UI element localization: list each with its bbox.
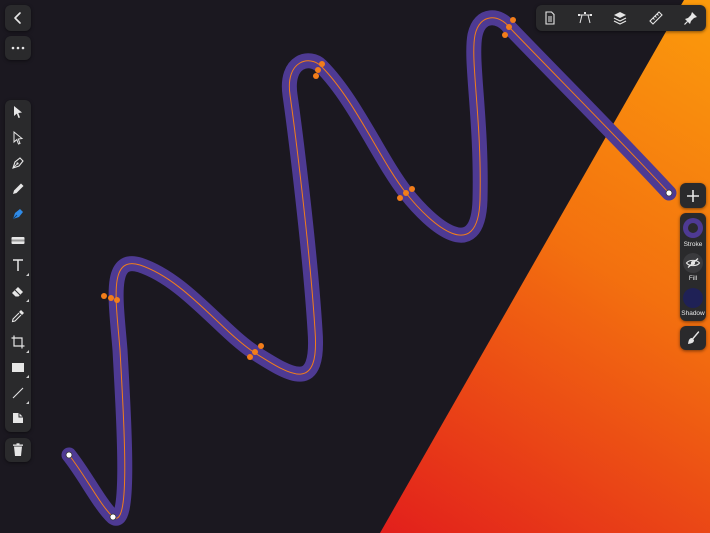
node-handle[interactable] xyxy=(247,354,253,360)
top-toolbar xyxy=(536,5,706,31)
submenu-indicator xyxy=(26,400,29,404)
tools-panel xyxy=(5,100,31,432)
pencil-tool[interactable] xyxy=(6,177,30,201)
start-endpoint[interactable] xyxy=(65,451,73,459)
text-tool[interactable] xyxy=(6,253,30,277)
fill-tool[interactable] xyxy=(6,228,30,252)
chevron-left-icon xyxy=(6,6,30,30)
ruler-icon[interactable] xyxy=(644,6,668,30)
corner-tool[interactable] xyxy=(6,406,30,430)
node-handle[interactable] xyxy=(101,293,107,299)
artwork-canvas[interactable] xyxy=(0,0,710,533)
submenu-indicator xyxy=(26,375,29,378)
shadow-label: Shadow xyxy=(681,310,705,317)
more-button[interactable] xyxy=(5,36,31,60)
node-handle[interactable] xyxy=(506,24,512,30)
node-selection-tool[interactable] xyxy=(6,126,30,150)
trash-icon xyxy=(6,438,30,462)
node-handle[interactable] xyxy=(258,343,264,349)
stroke-swatch[interactable]: Stroke xyxy=(680,216,706,250)
stroke-icon xyxy=(683,218,703,238)
node-handle[interactable] xyxy=(313,73,319,79)
rectangle-tool[interactable] xyxy=(6,355,30,379)
end-endpoint[interactable] xyxy=(665,189,673,197)
selection-tool[interactable] xyxy=(6,100,30,124)
node-handle[interactable] xyxy=(510,17,516,23)
node-handle[interactable] xyxy=(108,295,114,301)
stroke-label: Stroke xyxy=(683,241,703,248)
shadow-swatch[interactable]: Shadow xyxy=(680,286,706,320)
node-handle[interactable] xyxy=(252,349,258,355)
brush-icon xyxy=(681,326,705,350)
layers-icon[interactable] xyxy=(608,6,632,30)
style-panel: Stroke Fill Shadow xyxy=(680,213,706,321)
eyedropper-tool[interactable] xyxy=(6,304,30,328)
eraser-tool[interactable] xyxy=(6,279,30,303)
submenu-indicator xyxy=(26,349,29,353)
endpoint-node[interactable] xyxy=(109,513,117,521)
brush-settings-button[interactable] xyxy=(680,326,706,350)
plus-icon xyxy=(681,184,705,208)
document-icon[interactable] xyxy=(538,6,562,30)
submenu-indicator xyxy=(26,298,29,302)
pen-tool[interactable] xyxy=(6,151,30,175)
submenu-indicator xyxy=(26,273,29,276)
pin-icon[interactable] xyxy=(679,6,703,30)
node-handle[interactable] xyxy=(114,297,120,303)
vector-brush-tool[interactable] xyxy=(6,202,30,226)
add-button[interactable] xyxy=(680,183,706,208)
delete-button[interactable] xyxy=(5,438,31,462)
fill-swatch[interactable]: Fill xyxy=(680,251,706,285)
node-handle[interactable] xyxy=(319,61,325,67)
crop-tool[interactable] xyxy=(6,330,30,354)
node-handle[interactable] xyxy=(502,32,508,38)
gradient-shape[interactable] xyxy=(380,0,710,533)
node-handle[interactable] xyxy=(315,67,321,73)
back-button[interactable] xyxy=(5,5,31,31)
fill-label: Fill xyxy=(688,275,698,282)
transform-icon[interactable] xyxy=(573,6,597,30)
shadow-icon xyxy=(683,288,703,308)
line-tool[interactable] xyxy=(6,381,30,405)
eye-slash-icon xyxy=(683,253,703,273)
node-handle[interactable] xyxy=(409,186,415,192)
ellipsis-icon xyxy=(6,36,30,60)
node-handle[interactable] xyxy=(397,195,403,201)
node-handle[interactable] xyxy=(403,190,409,196)
